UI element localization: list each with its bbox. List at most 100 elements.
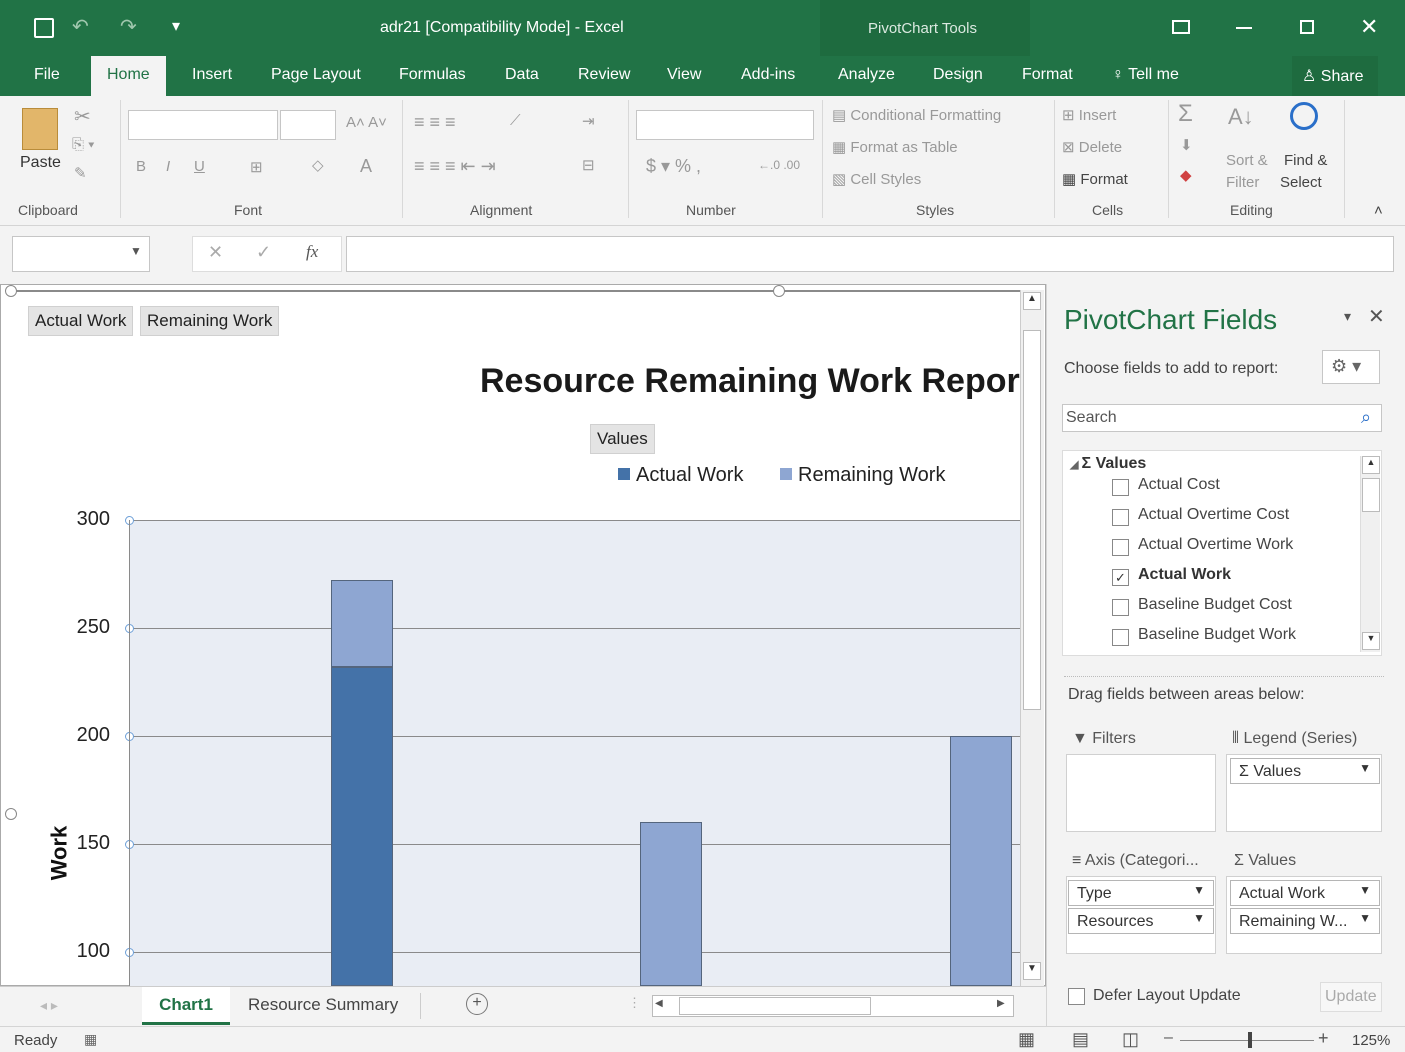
currency-icon[interactable]: $ ▾ % , [646, 156, 701, 177]
tab-formulas[interactable]: Formulas [399, 66, 466, 84]
field-checkbox[interactable] [1112, 599, 1129, 616]
save-icon[interactable] [34, 18, 54, 38]
cell-styles[interactable]: ▧ Cell Styles [832, 170, 921, 188]
zoom-level[interactable]: 125% [1352, 1032, 1390, 1049]
field-label[interactable]: Actual Overtime Cost [1138, 506, 1289, 524]
format-painter-icon[interactable]: ✎ [74, 164, 87, 182]
format-as-table[interactable]: ▦ Format as Table [832, 138, 958, 156]
zoom-slider-thumb[interactable] [1248, 1032, 1252, 1048]
values-pill-actual-work[interactable]: Actual Work ▼ [1230, 880, 1380, 906]
axis-pill-type[interactable]: Type ▼ [1068, 880, 1214, 906]
tab-home[interactable]: Home [91, 56, 166, 96]
zoom-slider[interactable] [1180, 1040, 1314, 1041]
tab-analyze[interactable]: Analyze [838, 66, 895, 84]
tools-button[interactable]: ⚙ ▾ [1322, 350, 1380, 384]
font-name-combo[interactable] [128, 110, 278, 140]
legend-entry-remaining-work[interactable]: Remaining Work [780, 464, 945, 487]
copy-icon[interactable]: ⎘ ▾ [72, 136, 94, 153]
tab-page-layout[interactable]: Page Layout [271, 66, 361, 84]
minimize-icon[interactable] [1236, 27, 1252, 29]
field-checkbox[interactable] [1112, 479, 1129, 496]
fill-color-icon[interactable]: ◇ [312, 156, 324, 174]
sort-filter-label-1[interactable]: Sort & [1226, 152, 1268, 169]
defer-checkbox[interactable] [1068, 988, 1085, 1005]
dropdown-icon[interactable]: ▼ [1359, 761, 1371, 775]
clear-icon[interactable]: ◆ [1180, 166, 1192, 184]
resize-handle[interactable] [5, 285, 17, 297]
scroll-down-icon[interactable]: ▼ [1362, 632, 1380, 650]
macro-record-icon[interactable]: ▦ [84, 1031, 97, 1048]
format-cells[interactable]: ▦ Format [1062, 170, 1128, 188]
tab-data[interactable]: Data [505, 66, 539, 84]
wrap-text-icon[interactable]: ⇥ [582, 112, 595, 130]
close-icon[interactable]: ✕ [1360, 14, 1378, 40]
y-axis-title[interactable]: Work [46, 826, 72, 881]
borders-icon[interactable]: ⊞ [250, 158, 263, 176]
field-label[interactable]: Baseline Budget Cost [1138, 596, 1292, 614]
values-group[interactable]: ◢ Σ Values [1070, 455, 1146, 473]
share-button[interactable]: ♙ Share [1292, 56, 1378, 96]
tab-file[interactable]: File [34, 66, 60, 84]
collapse-icon[interactable]: ◢ [1070, 459, 1082, 471]
decimal-icon[interactable]: ←.0 .00 [758, 158, 800, 172]
tab-review[interactable]: Review [578, 66, 630, 84]
page-layout-view-icon[interactable]: ▤ [1072, 1029, 1089, 1050]
field-list-scrollbar[interactable]: ▲ ▼ [1360, 456, 1380, 652]
field-checkbox[interactable] [1112, 539, 1129, 556]
h-scroll-thumb[interactable] [679, 997, 871, 1015]
pane-options-icon[interactable]: ▾ [1344, 308, 1351, 325]
scroll-right-icon[interactable]: ▶ [997, 998, 1005, 1009]
align-top-icon[interactable]: ≡ ≡ ≡ [414, 112, 456, 133]
sort-icon[interactable]: A↓ [1228, 104, 1254, 130]
scroll-down-icon[interactable]: ▼ [1023, 962, 1041, 980]
field-label[interactable]: Actual Cost [1138, 476, 1220, 494]
legend-values-pill[interactable]: Σ Values ▼ [1230, 758, 1380, 784]
page-break-view-icon[interactable]: ◫ [1122, 1029, 1139, 1050]
zoom-out-icon[interactable]: – [1164, 1029, 1173, 1047]
tab-design[interactable]: Design [933, 66, 983, 84]
tab-view[interactable]: View [667, 66, 701, 84]
cut-icon[interactable]: ✂ [74, 104, 91, 129]
insert-function-icon[interactable]: fx [306, 242, 318, 262]
values-pill-remaining-work[interactable]: Remaining W... ▼ [1230, 908, 1380, 934]
field-label[interactable]: Baseline Budget Work [1138, 626, 1296, 644]
align-left-icon[interactable]: ≡ ≡ ≡ ⇤ ⇥ [414, 156, 496, 177]
sheet-tab-resource-summary[interactable]: Resource Summary [248, 995, 398, 1015]
grow-font-icon[interactable]: A˄ A˅ [346, 114, 387, 131]
field-checkbox[interactable] [1112, 629, 1129, 646]
filters-drop-area[interactable] [1066, 754, 1216, 832]
pane-close-icon[interactable]: ✕ [1368, 304, 1385, 329]
restore-icon[interactable] [1300, 20, 1314, 34]
tab-add-ins[interactable]: Add-ins [741, 66, 795, 84]
horizontal-scrollbar[interactable]: ◀ ▶ [652, 995, 1014, 1017]
italic-icon[interactable]: I [166, 158, 170, 175]
prev-sheet-icon[interactable]: ◂ ▸ [40, 997, 58, 1014]
paste-label[interactable]: Paste [20, 154, 61, 172]
field-checkbox[interactable] [1112, 509, 1129, 526]
cancel-icon[interactable]: ✕ [208, 242, 223, 263]
resize-handle[interactable] [773, 285, 785, 297]
plot-area[interactable] [130, 520, 1020, 986]
find-icon[interactable] [1290, 102, 1318, 130]
update-button[interactable]: Update [1320, 982, 1382, 1012]
chart-title[interactable]: Resource Remaining Work Report [480, 362, 1020, 401]
field-label[interactable]: Actual Overtime Work [1138, 536, 1293, 554]
dropdown-icon[interactable]: ▼ [1193, 911, 1205, 925]
customize-qat-icon[interactable]: ▾ [172, 16, 180, 36]
scroll-up-icon[interactable]: ▲ [1023, 292, 1041, 310]
resize-handle[interactable] [5, 808, 17, 820]
zoom-in-icon[interactable]: + [1318, 1028, 1329, 1049]
orientation-icon[interactable]: ⟋ [510, 112, 521, 129]
field-search[interactable]: Search ⌕ [1062, 404, 1382, 432]
name-box-dropdown-icon[interactable]: ▼ [130, 244, 142, 258]
scroll-thumb[interactable] [1023, 330, 1041, 710]
ribbon-display-icon[interactable] [1172, 20, 1190, 34]
dropdown-icon[interactable]: ▼ [1359, 911, 1371, 925]
insert-cells[interactable]: ⊞ Insert [1062, 106, 1116, 124]
normal-view-icon[interactable]: ▦ [1018, 1029, 1035, 1050]
paste-icon[interactable] [22, 108, 58, 150]
tab-insert[interactable]: Insert [192, 66, 232, 84]
delete-cells[interactable]: ⊠ Delete [1062, 138, 1122, 156]
dropdown-icon[interactable]: ▼ [1359, 883, 1371, 897]
font-size-combo[interactable] [280, 110, 336, 140]
